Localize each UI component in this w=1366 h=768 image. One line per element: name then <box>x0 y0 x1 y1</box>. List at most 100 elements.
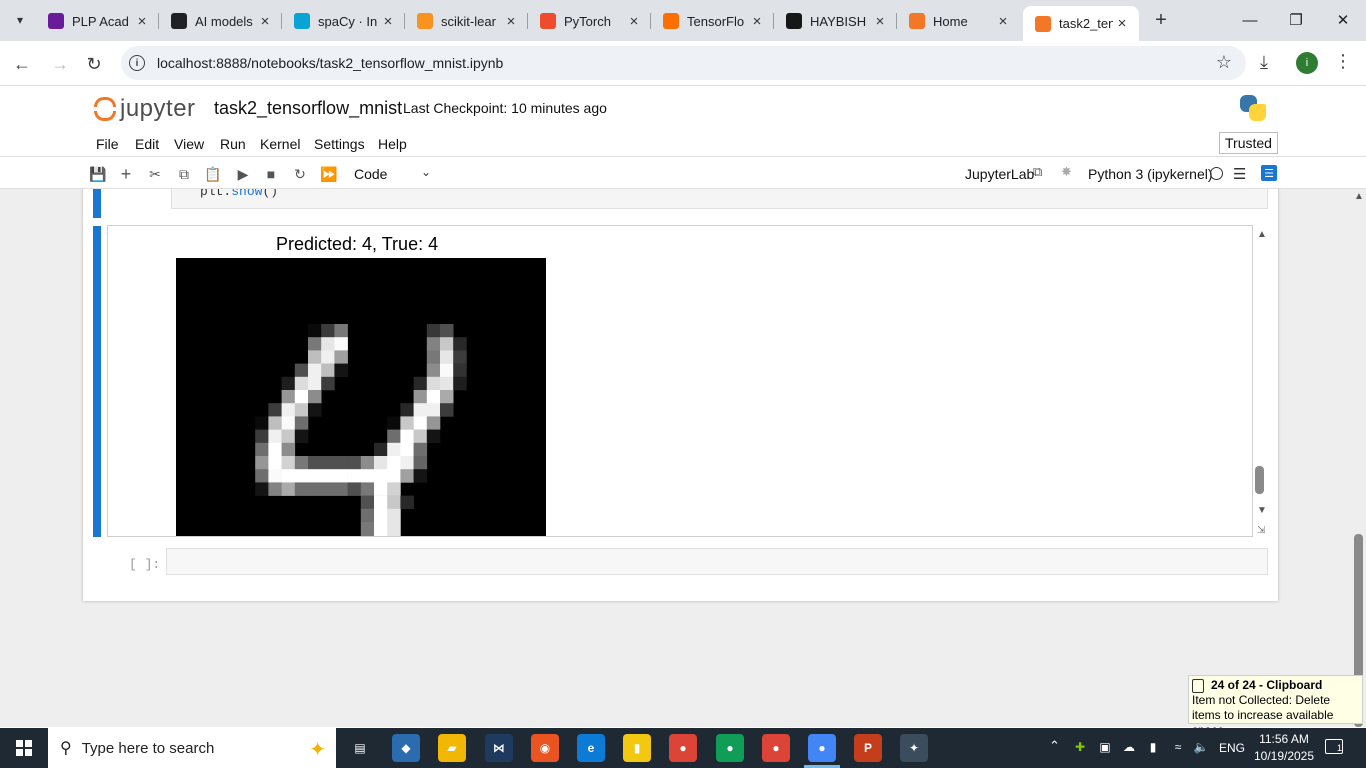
cell-output-area[interactable]: Predicted: 4, True: 4 <box>107 225 1253 537</box>
chrome-icon[interactable]: ● <box>669 734 697 762</box>
menu-help[interactable]: Help <box>378 136 407 152</box>
wifi-icon[interactable]: ≈ <box>1170 739 1186 755</box>
tab-close-icon[interactable]: × <box>994 12 1012 30</box>
clock-time[interactable]: 11:56 AM <box>1256 732 1312 746</box>
close-window-button[interactable]: ✕ <box>1320 0 1366 40</box>
browser-tab[interactable]: PLP Acad × <box>36 6 159 36</box>
browser-tab[interactable]: HAYBISH × <box>774 6 897 36</box>
forward-arrow-icon[interactable]: → <box>46 50 74 78</box>
digit-pixel <box>281 469 296 483</box>
property-inspector-icon[interactable]: ☰ <box>1261 165 1277 181</box>
browser-tab[interactable]: AI models × <box>159 6 282 36</box>
hamburger-menu-icon[interactable]: ☰ <box>1233 165 1246 183</box>
scroll-down-arrow-icon[interactable]: ▼ <box>1257 505 1267 516</box>
page-scroll-up-arrow-icon[interactable]: ▲ <box>1354 191 1364 202</box>
restart-run-all-icon[interactable]: ⏩ <box>319 164 339 184</box>
powerpoint-icon[interactable]: P <box>854 734 882 762</box>
file-explorer-icon[interactable]: ▰ <box>438 734 466 762</box>
tab-close-icon[interactable]: × <box>625 12 643 30</box>
jupyterlab-link[interactable]: JupyterLab <box>965 166 1034 182</box>
menu-file[interactable]: File <box>96 136 119 152</box>
tab-close-icon[interactable]: × <box>748 12 766 30</box>
browser-tab[interactable]: scikit-lear × <box>405 6 528 36</box>
copy-icon[interactable]: ⧉ <box>174 164 194 184</box>
power-bi-icon[interactable]: ▮ <box>623 734 651 762</box>
task-view-icon[interactable]: ▤ <box>346 734 374 762</box>
back-arrow-icon[interactable]: ← <box>8 50 36 78</box>
reload-icon[interactable]: ↻ <box>80 50 108 78</box>
site-info-icon[interactable]: i <box>129 55 145 71</box>
cut-icon[interactable]: ✂ <box>145 164 165 184</box>
search-highlight-icon[interactable]: ✦ <box>309 737 326 762</box>
chrome-profile-2-icon[interactable]: ● <box>716 734 744 762</box>
start-button[interactable] <box>0 728 48 768</box>
onedrive-cloud-icon[interactable]: ☁ <box>1121 739 1137 755</box>
insert-cell-icon[interactable]: + <box>116 164 136 184</box>
show-hidden-icons-chevron-icon[interactable]: ⌃ <box>1049 738 1060 754</box>
menu-edit[interactable]: Edit <box>135 136 159 152</box>
chrome-profile-active-icon[interactable]: ● <box>808 734 836 762</box>
tab-close-icon[interactable]: × <box>502 12 520 30</box>
cell-type-select[interactable]: Code ⌄ <box>349 163 435 185</box>
visual-studio-icon[interactable]: ⋈ <box>485 734 513 762</box>
browser-tab[interactable]: TensorFlo × <box>651 6 774 36</box>
bookmark-star-icon[interactable]: ☆ <box>1216 52 1232 73</box>
browser-tab[interactable]: spaCy · In × <box>282 6 405 36</box>
run-icon[interactable]: ▶ <box>233 164 253 184</box>
meet-now-icon[interactable]: ▣ <box>1097 739 1113 755</box>
jupyter-logo[interactable]: jupyter <box>94 94 196 124</box>
browser-tab[interactable]: task2_ten × <box>1023 6 1139 41</box>
trusted-badge[interactable]: Trusted <box>1219 132 1278 154</box>
clock-date[interactable]: 10/19/2025 <box>1252 749 1316 763</box>
notebook-scroll-area[interactable]: plt.show() Predicted: 4, True: 4 ▲ ▼ ⇲ [… <box>0 189 1366 727</box>
save-icon[interactable]: 💾 <box>88 164 108 184</box>
tab-search-chevron-icon[interactable]: ▾ <box>6 8 34 32</box>
notebook-title[interactable]: task2_tensorflow_mnist <box>214 98 402 119</box>
copilot-icon[interactable]: ◆ <box>392 734 420 762</box>
notification-center-icon[interactable]: 1 <box>1325 739 1343 754</box>
battery-icon[interactable]: ▮ <box>1145 739 1161 755</box>
menu-run[interactable]: Run <box>220 136 246 152</box>
ubuntu-icon[interactable]: ◉ <box>531 734 559 762</box>
tab-separator <box>527 13 528 29</box>
menu-kernel[interactable]: Kernel <box>260 136 300 152</box>
address-bar[interactable]: i localhost:8888/notebooks/task2_tensorf… <box>121 46 1246 80</box>
debugger-icon[interactable]: ✸ <box>1061 164 1072 180</box>
menu-settings[interactable]: Settings <box>314 136 365 152</box>
paste-icon[interactable]: 📋 <box>203 164 223 184</box>
edge-icon[interactable]: e <box>577 734 605 762</box>
browser-tab[interactable]: PyTorch × <box>528 6 651 36</box>
new-tab-button[interactable]: + <box>1149 8 1173 32</box>
tab-close-icon[interactable]: × <box>133 12 151 30</box>
volume-icon[interactable]: 🔈 <box>1193 739 1209 755</box>
clipboard-notification[interactable]: 24 of 24 - Clipboard Item not Collected:… <box>1188 675 1363 737</box>
resize-grip-icon[interactable]: ⇲ <box>1257 525 1265 536</box>
menu-view[interactable]: View <box>174 136 204 152</box>
tab-close-icon[interactable]: × <box>379 12 397 30</box>
external-link-icon[interactable]: ⧉ <box>1033 164 1042 180</box>
scroll-up-arrow-icon[interactable]: ▲ <box>1257 229 1267 240</box>
download-icon[interactable]: ⤓ <box>1260 52 1268 73</box>
tab-close-icon[interactable]: × <box>871 12 889 30</box>
output-selection-bar[interactable] <box>93 226 101 537</box>
stop-icon[interactable]: ■ <box>261 164 281 184</box>
browser-tab[interactable]: Home × <box>897 6 1020 36</box>
browser-menu-icon[interactable]: ⋮ <box>1334 51 1352 72</box>
url-text[interactable]: localhost:8888/notebooks/task2_tensorflo… <box>157 55 503 71</box>
digit-pixel <box>413 429 428 444</box>
taskbar-search-box[interactable]: ⚲ Type here to search ✦ <box>48 728 336 768</box>
restore-button[interactable]: ❐ <box>1273 0 1319 40</box>
code-cell-input[interactable]: plt.show() <box>171 189 1268 209</box>
empty-code-cell-input[interactable] <box>166 548 1268 575</box>
tab-close-icon[interactable]: × <box>1113 15 1131 33</box>
chrome-profile-3-icon[interactable]: ● <box>762 734 790 762</box>
tab-close-icon[interactable]: × <box>256 12 274 30</box>
output-scrollbar-thumb[interactable] <box>1255 466 1264 494</box>
tray-app-icon[interactable]: ✚ <box>1072 739 1088 755</box>
input-language[interactable]: ENG <box>1219 741 1245 755</box>
kernel-name[interactable]: Python 3 (ipykernel) <box>1088 166 1213 182</box>
profile-avatar[interactable]: i <box>1296 52 1318 74</box>
minimize-button[interactable]: — <box>1227 0 1273 40</box>
git-icon[interactable]: ✦ <box>900 734 928 762</box>
restart-icon[interactable]: ↻ <box>290 164 310 184</box>
